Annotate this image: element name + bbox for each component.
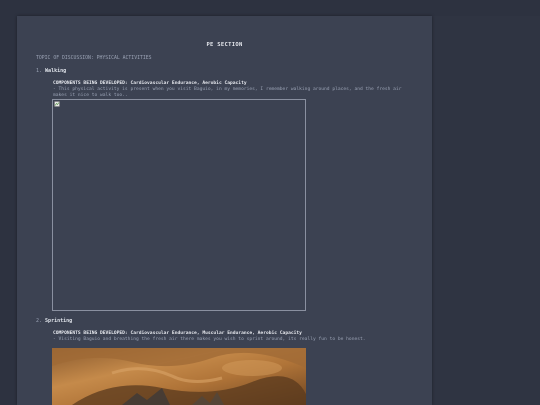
broken-image-icon — [54, 101, 60, 107]
topic-line: TOPIC OF DISCUSSION: PHYSICAL ACTIVITIES — [36, 56, 152, 61]
photo-image — [52, 348, 306, 405]
components-walking: COMPONENTS BEING DEVELOPED: Cardiovascul… — [53, 81, 247, 86]
item-number: 1. — [36, 68, 43, 74]
item-number: 2. — [36, 318, 43, 324]
item-heading-sprinting: 2. Sprinting — [36, 318, 72, 324]
item-name: Sprinting — [45, 318, 73, 324]
components-sprinting: COMPONENTS BEING DEVELOPED: Cardiovascul… — [53, 331, 302, 336]
page-title: PE SECTION — [206, 42, 243, 48]
broken-image-walking — [52, 99, 306, 311]
description-walking: - This physical activity is present when… — [53, 87, 402, 98]
description-sprinting: - Visiting Baguio and breathing the fres… — [53, 337, 366, 342]
item-name: Walking — [45, 68, 67, 74]
item-heading-walking: 1. Walking — [36, 68, 66, 74]
document-page: PE SECTION TOPIC OF DISCUSSION: PHYSICAL… — [17, 16, 432, 405]
side-panel — [432, 16, 540, 405]
sprinting-photo — [52, 348, 306, 405]
